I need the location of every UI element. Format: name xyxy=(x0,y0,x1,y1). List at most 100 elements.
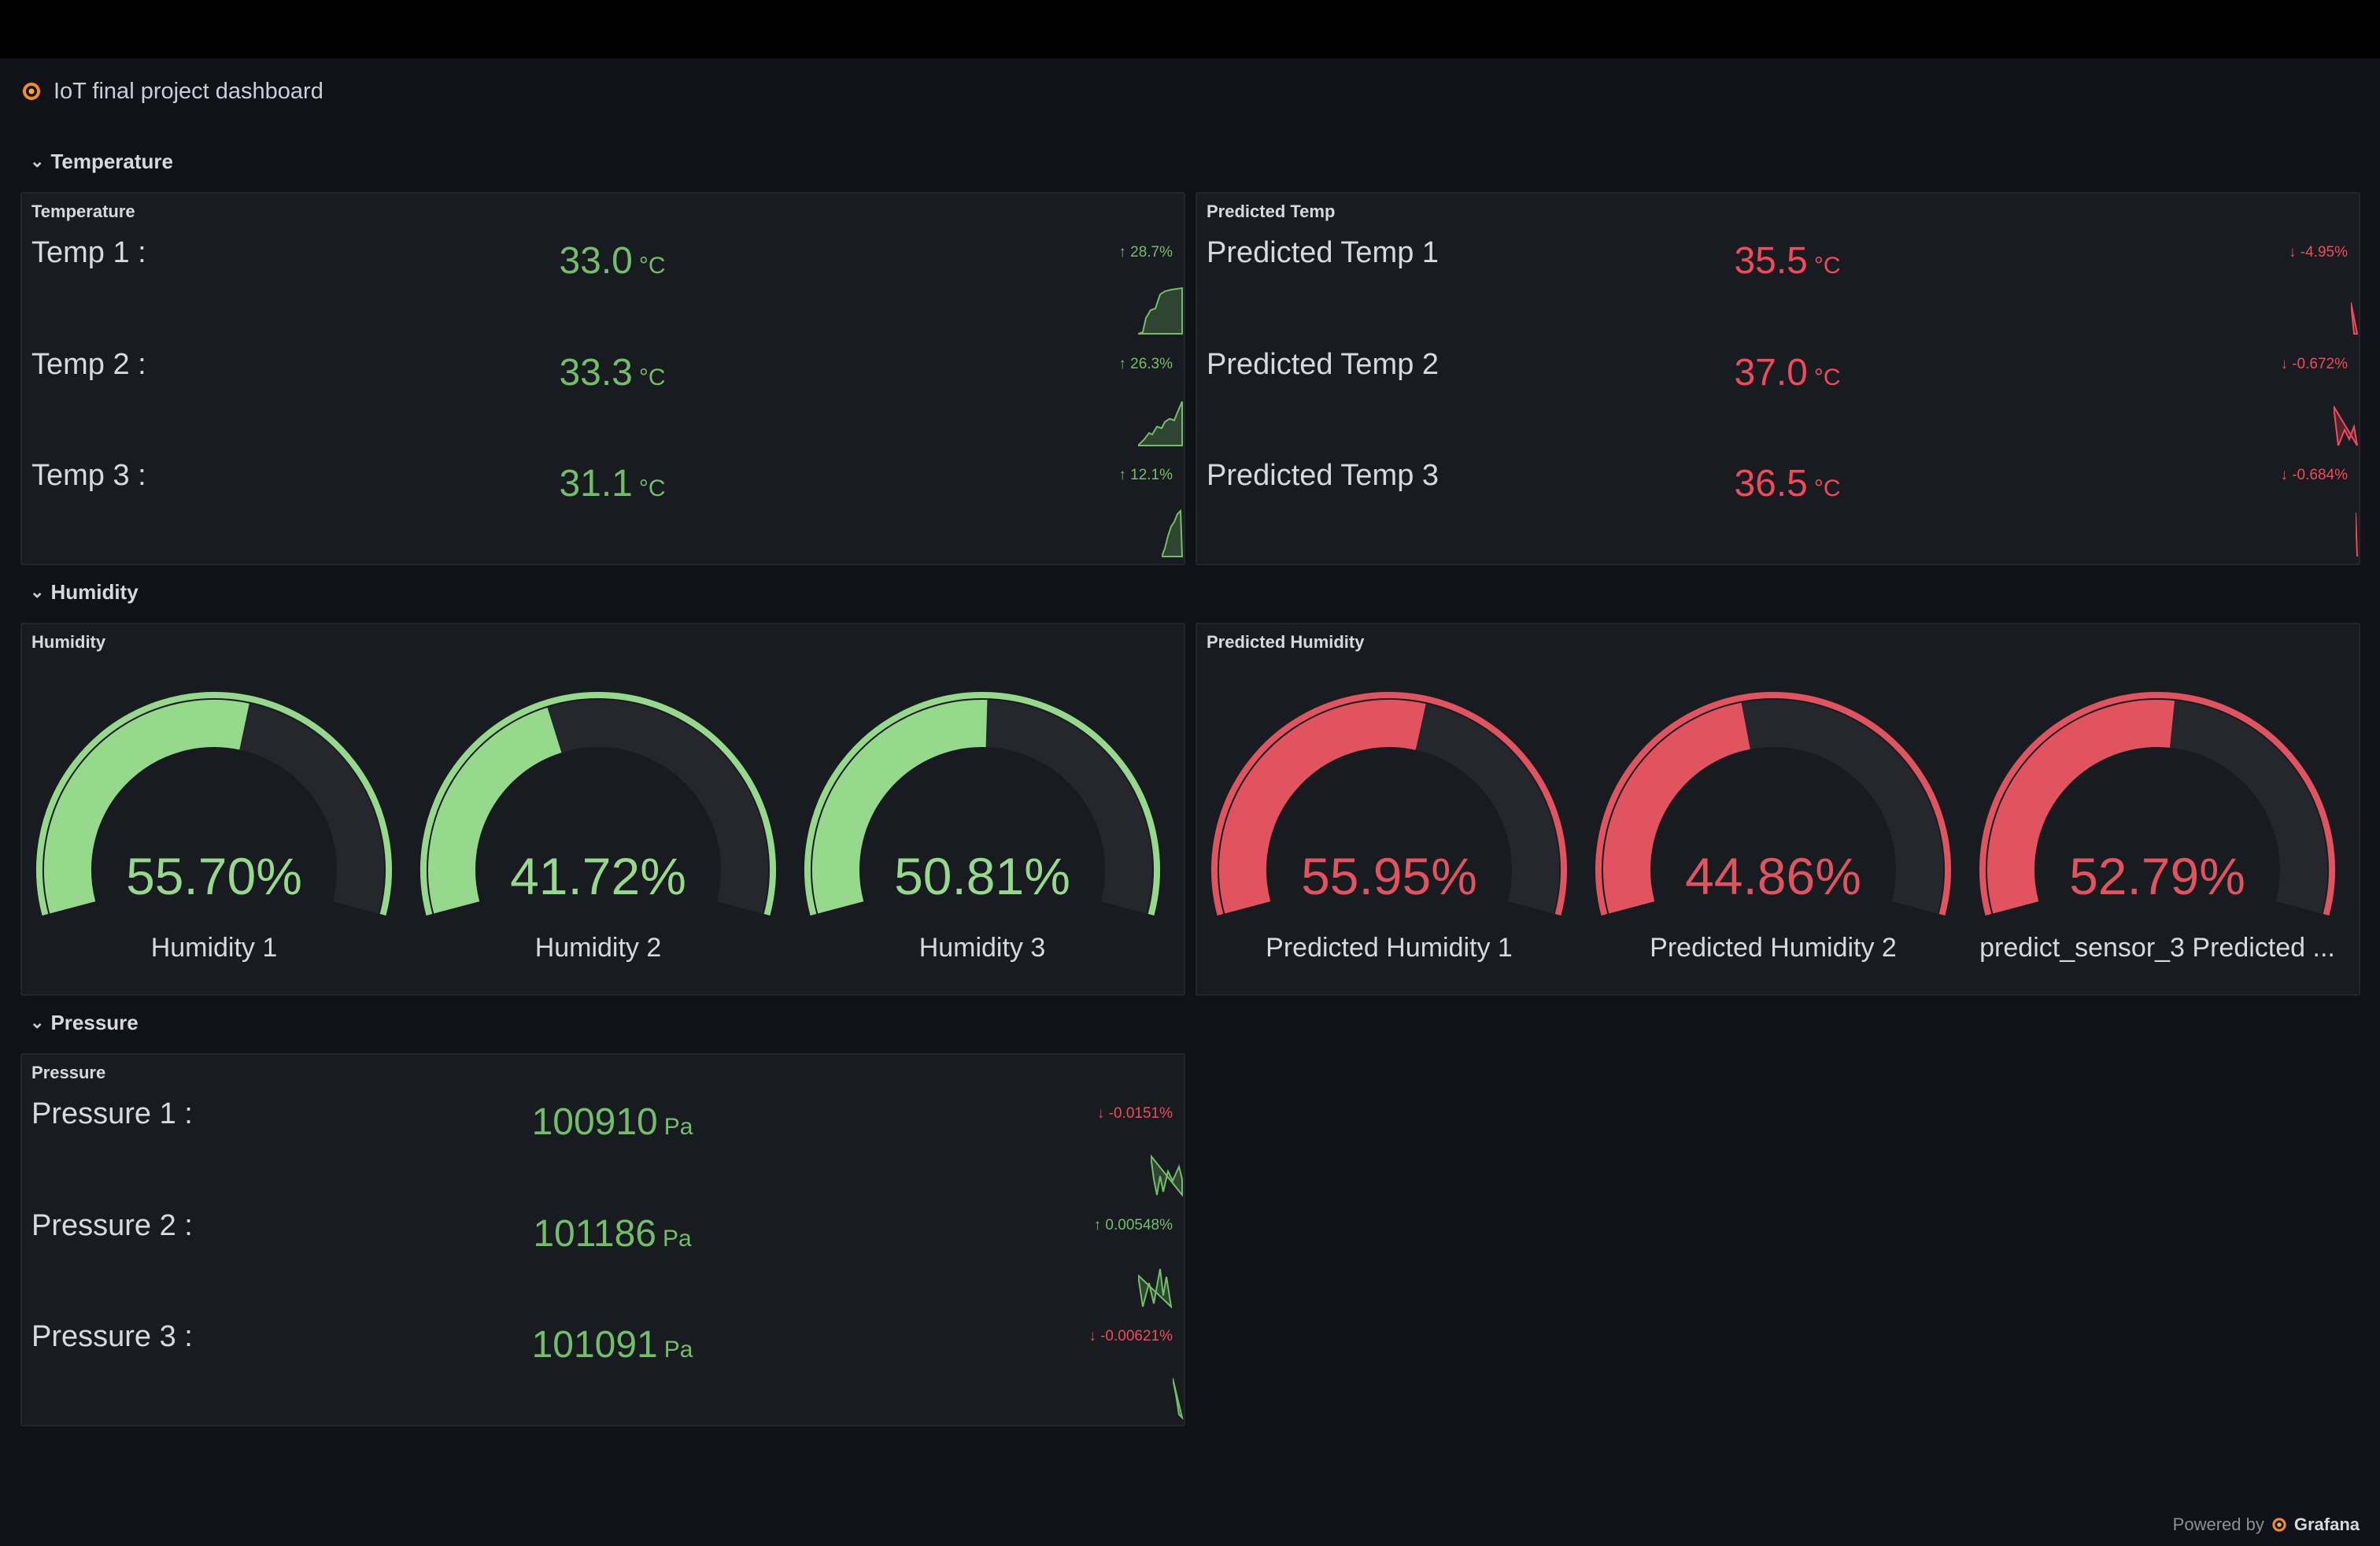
gauge-value: 44.86% xyxy=(1685,847,1861,905)
gauge-value: 41.72% xyxy=(510,847,686,905)
stat-delta: ↑ 28.7% xyxy=(1118,244,1173,261)
gauge-value: 52.79% xyxy=(2069,847,2245,905)
chevron-down-icon: ⌄ xyxy=(30,1012,45,1032)
panel-temperature[interactable]: Temperature Temp 1 : 33.0 °C ↑ 28.7% Temp 2 … xyxy=(20,192,1185,565)
stat-name: Pressure 1 : xyxy=(31,1097,193,1130)
chevron-down-icon: ⌄ xyxy=(30,581,45,601)
stat-number: 31.1 xyxy=(559,463,633,505)
panel-title: Predicted Humidity xyxy=(1207,632,1365,652)
stat-delta-value: -0.684% xyxy=(2292,467,2348,483)
grafana-logo-icon xyxy=(2272,1518,2286,1532)
stat-value: 33.3 °C xyxy=(559,351,665,394)
stat-value: 100910 Pa xyxy=(532,1100,693,1144)
row-title: Temperature xyxy=(50,150,174,173)
stat-unit: °C xyxy=(638,253,666,279)
stat-unit: Pa xyxy=(662,1226,692,1252)
stat-row: Temp 1 : 33.0 °C ↑ 28.7% xyxy=(22,225,1184,335)
chevron-down-icon: ⌄ xyxy=(30,150,45,171)
stat-number: 101091 xyxy=(531,1324,658,1366)
panel-title: Pressure xyxy=(31,1063,106,1082)
stat-name: Predicted Temp 2 xyxy=(1207,348,1439,381)
stat-name: Predicted Temp 3 xyxy=(1207,459,1439,492)
stat-delta-value: 28.7% xyxy=(1130,244,1173,261)
stat-number: 35.5 xyxy=(1734,240,1808,282)
stat-number: 100910 xyxy=(531,1101,658,1143)
stat-row: Predicted Temp 2 37.0 °C ↓ -0.672% xyxy=(1197,337,2359,447)
row-pressure[interactable]: ⌄ Pressure xyxy=(30,1011,139,1035)
stat-unit: °C xyxy=(1813,475,1841,501)
stat-delta-value: 0.00548% xyxy=(1105,1217,1173,1233)
sparkline xyxy=(2351,301,2359,335)
stat-row: Predicted Temp 3 36.5 °C ↓ -0.684% xyxy=(1197,448,2359,558)
gauge-label: Humidity 3 xyxy=(918,933,1046,963)
stat-unit: Pa xyxy=(663,1114,693,1140)
gauge: 55.70% Humidity 1 xyxy=(33,689,395,988)
stat-delta: ↑ 12.1% xyxy=(1118,467,1173,484)
arrow-up-icon: ↑ xyxy=(1118,467,1131,483)
stat-unit: Pa xyxy=(663,1337,693,1363)
stat-delta-value: -0.672% xyxy=(2292,356,2348,372)
stat-number: 37.0 xyxy=(1734,352,1808,394)
arrow-down-icon: ↓ xyxy=(2280,467,2293,483)
panel-title: Temperature xyxy=(31,202,135,221)
gauge-label: predict_sensor_3 Predicted ... xyxy=(1979,933,2335,963)
stat-unit: °C xyxy=(638,364,666,390)
stat-unit: °C xyxy=(1813,364,1841,390)
row-humidity[interactable]: ⌄ Humidity xyxy=(30,580,139,605)
gauge-value: 55.95% xyxy=(1301,847,1477,905)
stat-delta-value: -4.95% xyxy=(2300,244,2348,261)
stat-row: Pressure 1 : 100910 Pa ↓ -0.0151% xyxy=(22,1086,1184,1196)
stat-number: 36.5 xyxy=(1734,463,1808,505)
stat-name: Pressure 2 : xyxy=(31,1209,193,1242)
grafana-brand[interactable]: Grafana xyxy=(2294,1515,2360,1535)
sparkline xyxy=(1151,1154,1183,1196)
sparkline xyxy=(1162,509,1184,557)
panel-humidity[interactable]: Humidity 55.70% Humidity 1 41.72% Humidity … xyxy=(20,623,1185,996)
gauge-value: 50.81% xyxy=(894,847,1070,905)
arrow-down-icon: ↓ xyxy=(1096,1105,1109,1122)
row-title: Pressure xyxy=(50,1011,139,1034)
stat-number: 33.3 xyxy=(559,352,633,394)
panel-title: Predicted Temp xyxy=(1207,202,1336,221)
stat-value: 35.5 °C xyxy=(1734,239,1840,283)
sparkline xyxy=(1138,1268,1173,1308)
arrow-down-icon: ↓ xyxy=(1088,1328,1101,1344)
gauge-label: Predicted Humidity 2 xyxy=(1650,933,1897,963)
stat-value: 33.0 °C xyxy=(559,239,665,283)
dashboard-header: IoT final project dashboard xyxy=(20,76,323,107)
stat-row: Temp 3 : 31.1 °C ↑ 12.1% xyxy=(22,448,1184,558)
stat-name: Predicted Temp 1 xyxy=(1207,236,1439,269)
stat-row: Pressure 2 : 101186 Pa ↑ 0.00548% xyxy=(22,1198,1184,1308)
stat-value: 101091 Pa xyxy=(532,1323,693,1367)
stat-row: Predicted Temp 1 35.5 °C ↓ -4.95% xyxy=(1197,225,2359,335)
gauge: 41.72% Humidity 2 xyxy=(417,689,779,988)
stat-name: Temp 2 : xyxy=(31,348,146,381)
gauge-label: Humidity 1 xyxy=(150,933,278,963)
panel-pressure[interactable]: Pressure Pressure 1 :100910 Pa ↓ -0.0151% P… xyxy=(20,1053,1185,1426)
grafana-logo-icon xyxy=(22,82,41,101)
stat-delta-value: 12.1% xyxy=(1130,467,1173,483)
stat-value: 31.1 °C xyxy=(559,462,665,505)
stat-name: Temp 1 : xyxy=(31,236,146,269)
stat-delta: ↓ -4.95% xyxy=(2289,244,2348,261)
stat-delta: ↓ -0.684% xyxy=(2280,467,2348,484)
top-bar xyxy=(0,0,2380,58)
gauge-label: Predicted Humidity 1 xyxy=(1266,933,1513,963)
panel-predicted-humidity[interactable]: Predicted Humidity 55.95% Predicted Humid… xyxy=(1196,623,2360,996)
stat-delta: ↑ 26.3% xyxy=(1118,356,1173,373)
footer: Powered by Grafana xyxy=(2173,1515,2360,1535)
stat-name: Pressure 3 : xyxy=(31,1320,193,1353)
sparkline xyxy=(1138,401,1183,446)
stat-row: Temp 2 : 33.3 °C ↑ 26.3% xyxy=(22,337,1184,447)
arrow-down-icon: ↓ xyxy=(2280,356,2293,372)
stat-delta-value: -0.00621% xyxy=(1100,1328,1173,1344)
sparkline xyxy=(1173,1378,1184,1419)
row-title: Humidity xyxy=(50,580,139,604)
panel-predicted-temp[interactable]: Predicted Temp Predicted Temp 1 35.5 °C ↓ -… xyxy=(1196,192,2360,565)
row-temperature[interactable]: ⌄ Temperature xyxy=(30,150,173,174)
stat-delta: ↑ 0.00548% xyxy=(1094,1217,1173,1234)
stat-value: 101186 Pa xyxy=(533,1212,691,1256)
panel-title: Humidity xyxy=(31,632,106,652)
gauge-label: Humidity 2 xyxy=(534,933,662,963)
dashboard-title[interactable]: IoT final project dashboard xyxy=(54,79,323,105)
